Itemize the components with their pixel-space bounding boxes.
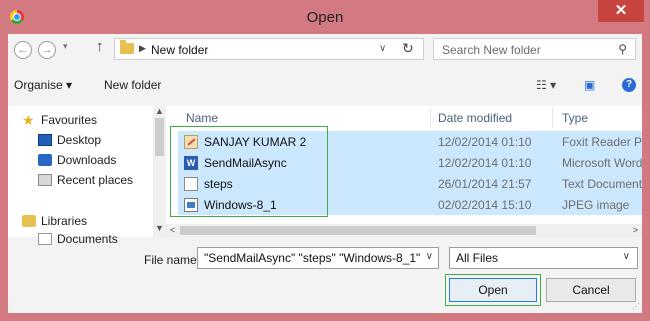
file-row[interactable]: W SendMailAsync 12/02/2014 01:10 Microso… <box>178 152 642 173</box>
nav-libraries-label: Libraries <box>41 214 88 228</box>
open-button[interactable]: Open <box>449 278 537 302</box>
nav-item-label: Recent places <box>57 173 134 187</box>
nav-item-desktop[interactable]: Desktop <box>38 133 101 147</box>
nav-favourites-label: Favourites <box>41 113 98 127</box>
file-type: JPEG image <box>562 198 630 212</box>
cancel-button[interactable]: Cancel <box>546 278 636 302</box>
title-bar[interactable]: Open ✕ <box>0 0 650 34</box>
navigation-pane: ★ Favourites Desktop Downloads Recent pl… <box>8 106 153 246</box>
window-frame: Open ✕ ← → ▾ ↑ ▶ New folder ∨ ↻ Search N… <box>0 0 650 321</box>
word-icon: W <box>184 156 198 170</box>
column-header-type[interactable]: Type <box>562 106 588 130</box>
sort-arrow-icon: ^ <box>286 106 290 109</box>
view-options-icon[interactable]: ☷ ▾ <box>536 78 556 92</box>
resize-grip-icon[interactable]: ⋰ <box>632 302 640 311</box>
breadcrumb-chevron-icon[interactable]: ▶ <box>139 43 146 54</box>
scroll-down-icon[interactable]: ▼ <box>153 223 166 233</box>
nav-favourites[interactable]: ★ Favourites <box>22 113 97 127</box>
file-type-filter-select[interactable]: All Files ∨ <box>449 247 638 269</box>
desktop-icon <box>38 134 52 146</box>
new-folder-button[interactable]: New folder <box>104 78 161 92</box>
jpeg-icon <box>184 198 198 212</box>
folder-icon <box>120 40 134 54</box>
file-name: Windows-8_1 <box>204 198 277 212</box>
file-list-pane: Name ^ Date modified Type SANJAY KUMAR 2… <box>166 106 642 237</box>
file-row[interactable]: steps 26/01/2014 21:57 Text Document <box>178 173 642 194</box>
scrollbar-thumb[interactable] <box>155 118 164 156</box>
nav-item-label: Downloads <box>57 153 117 167</box>
nav-item-label: Documents <box>57 232 118 246</box>
up-arrow-icon[interactable]: ↑ <box>96 38 104 55</box>
nav-item-documents[interactable]: Documents <box>38 232 118 246</box>
organise-button[interactable]: Organise ▾ <box>14 78 72 92</box>
downloads-icon <box>38 154 52 166</box>
file-date: 26/01/2014 21:57 <box>438 177 532 191</box>
search-placeholder[interactable]: Search New folder <box>442 43 541 57</box>
file-type-filter-value[interactable]: All Files <box>456 251 498 265</box>
file-name-dropdown-icon[interactable]: ∨ <box>426 251 433 262</box>
filter-dropdown-icon[interactable]: ∨ <box>623 251 630 262</box>
column-divider[interactable] <box>552 108 553 128</box>
back-button[interactable]: ← <box>14 41 32 59</box>
address-bar[interactable]: ▶ New folder ∨ ↻ <box>114 38 424 60</box>
file-row[interactable]: Windows-8_1 02/02/2014 15:10 JPEG image <box>178 194 642 215</box>
file-name: SendMailAsync <box>204 156 287 170</box>
file-type: Foxit Reader PDF <box>562 135 642 149</box>
nav-libraries[interactable]: Libraries <box>22 214 87 228</box>
recent-locations-dropdown-icon[interactable]: ▾ <box>63 41 68 52</box>
file-name: steps <box>204 177 233 191</box>
file-name-value[interactable]: "SendMailAsync" "steps" "Windows-8_1" <box>204 251 420 265</box>
refresh-icon[interactable]: ↻ <box>402 40 414 57</box>
file-type: Microsoft Word D <box>562 156 642 170</box>
dialog-client: ← → ▾ ↑ ▶ New folder ∨ ↻ Search New fold… <box>8 34 642 313</box>
star-icon: ★ <box>22 112 35 128</box>
file-date: 12/02/2014 01:10 <box>438 135 532 149</box>
file-date: 02/02/2014 15:10 <box>438 198 532 212</box>
pdf-icon <box>184 135 198 149</box>
nav-item-recent-places[interactable]: Recent places <box>38 173 133 187</box>
preview-pane-icon[interactable]: ▣ <box>584 78 595 92</box>
scroll-right-icon[interactable]: > <box>629 224 642 237</box>
help-icon[interactable]: ? <box>622 78 636 92</box>
horizontal-scrollbar-thumb[interactable] <box>180 226 536 235</box>
column-header-name[interactable]: Name <box>186 106 218 130</box>
documents-icon <box>38 233 52 245</box>
recent-places-icon <box>38 174 52 186</box>
file-type: Text Document <box>562 177 642 191</box>
nav-pane-scrollbar[interactable]: ▲ ▼ <box>153 106 166 237</box>
file-row[interactable]: SANJAY KUMAR 2 12/02/2014 01:10 Foxit Re… <box>178 131 642 152</box>
forward-button[interactable]: → <box>38 41 56 59</box>
search-box[interactable]: Search New folder ⚲ <box>433 38 636 60</box>
file-date: 12/02/2014 01:10 <box>438 156 532 170</box>
address-dropdown-icon[interactable]: ∨ <box>379 43 386 54</box>
close-button[interactable]: ✕ <box>598 0 644 22</box>
window-title: Open <box>306 9 344 26</box>
file-name-label: File name: <box>144 253 201 267</box>
nav-item-label: Desktop <box>57 133 102 147</box>
file-list-horizontal-scrollbar[interactable]: < > <box>166 224 642 237</box>
command-toolbar: Organise ▾ New folder ☷ ▾ ▣ ? <box>8 70 642 98</box>
libraries-icon <box>22 215 36 227</box>
file-name-input[interactable]: "SendMailAsync" "steps" "Windows-8_1" ∨ <box>197 247 439 269</box>
column-divider[interactable] <box>430 108 431 128</box>
text-icon <box>184 177 198 191</box>
column-header-date[interactable]: Date modified <box>438 106 512 130</box>
nav-item-downloads[interactable]: Downloads <box>38 153 116 167</box>
search-icon[interactable]: ⚲ <box>618 42 627 56</box>
scroll-up-icon[interactable]: ▲ <box>153 106 166 116</box>
address-path[interactable]: New folder <box>151 43 208 57</box>
file-name: SANJAY KUMAR 2 <box>204 135 307 149</box>
scroll-left-icon[interactable]: < <box>166 224 179 237</box>
